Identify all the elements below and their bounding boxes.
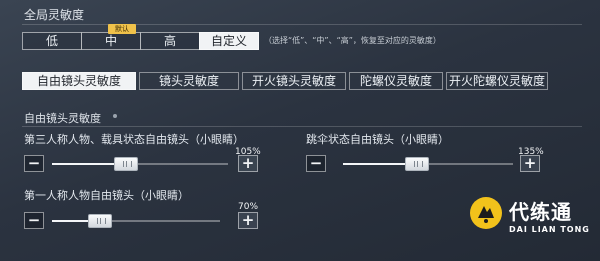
daliantong-logo-icon <box>470 197 502 229</box>
third-person-slider-thumb[interactable] <box>114 157 138 171</box>
third-person-plus-button[interactable]: + <box>238 155 258 172</box>
tab-gyroscope[interactable]: 陀螺仪灵敏度 <box>349 72 443 90</box>
preset-medium-button[interactable]: 中 <box>81 32 141 50</box>
first-person-minus-button[interactable]: − <box>24 212 44 229</box>
sensitivity-tabs: 自由镜头灵敏度 镜头灵敏度 开火镜头灵敏度 陀螺仪灵敏度 开火陀螺仪灵敏度 <box>22 72 551 90</box>
section-divider <box>22 126 582 127</box>
preset-hint-text: （选择“低”、“中”、“高”，恢复至对应的灵敏度） <box>264 36 441 45</box>
parachute-slider-thumb[interactable] <box>405 157 429 171</box>
tab-fire-camera[interactable]: 开火镜头灵敏度 <box>242 72 346 90</box>
info-dot-icon <box>113 114 117 118</box>
header-divider <box>22 24 582 25</box>
parachute-minus-button[interactable]: − <box>306 155 326 172</box>
third-person-minus-button[interactable]: − <box>24 155 44 172</box>
slider-parachute-label: 跳伞状态自由镜头（小眼睛） <box>306 133 449 146</box>
watermark-title: 代练通 <box>509 200 572 224</box>
parachute-plus-button[interactable]: + <box>520 155 540 172</box>
slider-third-person-label: 第三人称人物、载具状态自由镜头（小眼睛） <box>24 133 244 146</box>
tab-camera[interactable]: 镜头灵敏度 <box>139 72 239 90</box>
preset-custom-button[interactable]: 自定义 <box>199 32 259 50</box>
global-sensitivity-title: 全局灵敏度 <box>24 8 85 22</box>
preset-high-button[interactable]: 高 <box>140 32 200 50</box>
section-title: 自由镜头灵敏度 <box>24 112 101 125</box>
tab-fire-gyroscope[interactable]: 开火陀螺仪灵敏度 <box>446 72 548 90</box>
preset-low-button[interactable]: 低 <box>22 32 82 50</box>
sensitivity-preset-selector: 低 中 高 自定义 <box>22 32 259 50</box>
watermark: 代练通 DAI LIAN TONG <box>462 185 592 257</box>
default-badge: 默认 <box>108 24 136 34</box>
slider-first-person-label: 第一人称人物自由镜头（小眼睛） <box>24 189 189 202</box>
first-person-plus-button[interactable]: + <box>238 212 258 229</box>
tab-free-camera[interactable]: 自由镜头灵敏度 <box>22 72 136 90</box>
watermark-subtitle: DAI LIAN TONG <box>509 225 590 234</box>
first-person-slider-thumb[interactable] <box>88 214 112 228</box>
